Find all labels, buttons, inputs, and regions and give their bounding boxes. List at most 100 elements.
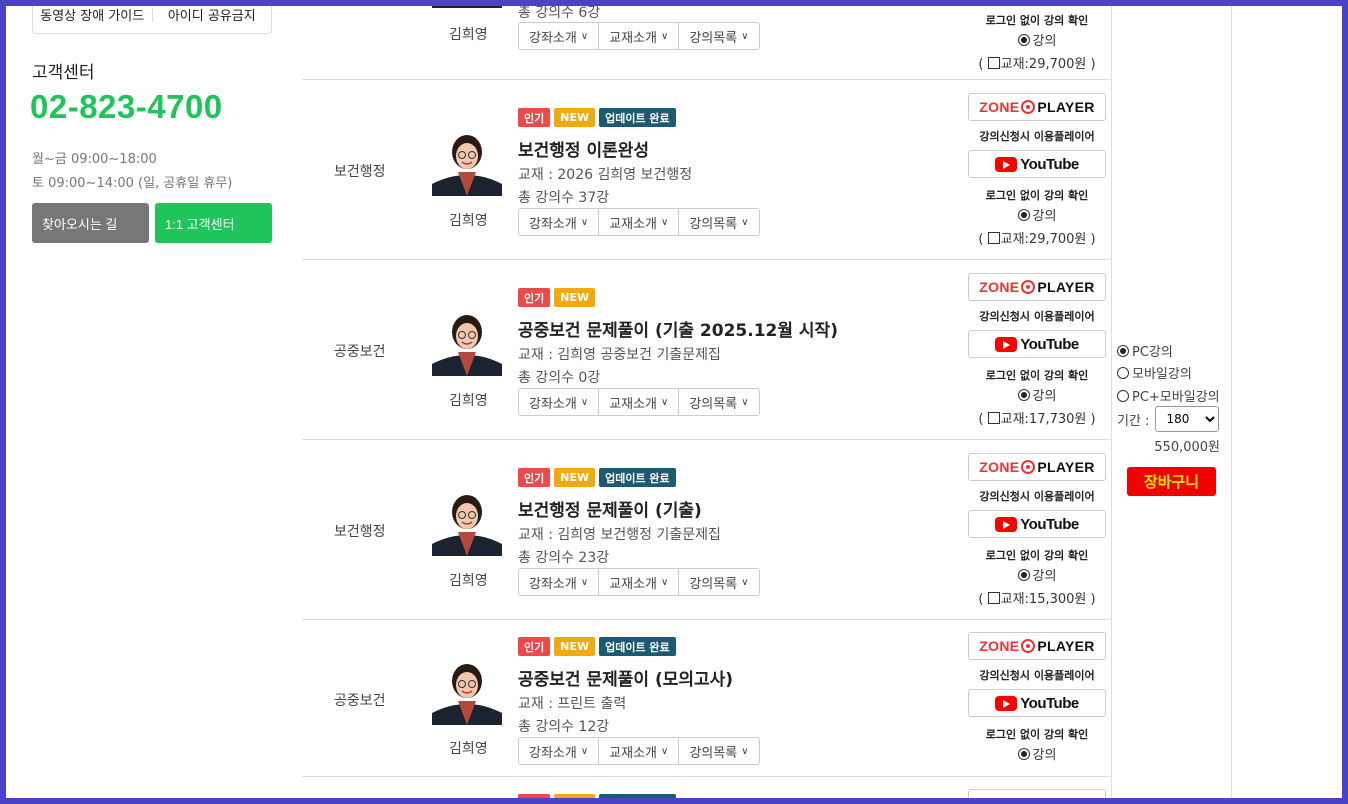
zone-player-button[interactable]: ZONE PLAYER <box>968 273 1106 301</box>
tab-label: 교재소개 <box>609 576 658 592</box>
course-category: 공중보건 <box>334 344 386 360</box>
course-title[interactable]: 공중보건 문제풀이 (모의고사) <box>518 665 733 690</box>
course-tabs: 강좌소개 ∨ 교재소개 ∨ 강의목록 ∨ <box>518 568 760 596</box>
youtube-button[interactable]: YouTube <box>968 330 1106 358</box>
tab-label: 강의목록 <box>689 576 738 592</box>
course-book: 교재 : 김희영 공중보건 기출문제집 <box>518 344 721 364</box>
option-mobile[interactable]: 모바일강의 <box>1117 363 1192 382</box>
tab-lecture-list[interactable]: 강의목록 ∨ <box>679 209 758 235</box>
option-pc[interactable]: PC강의 <box>1117 341 1173 360</box>
zone-player-button[interactable]: ZONE PLAYER <box>968 453 1106 481</box>
radio-icon <box>1117 390 1129 402</box>
tab-label: 강의목록 <box>689 216 738 232</box>
tab-book-intro[interactable]: 교재소개 ∨ <box>599 569 680 595</box>
directions-button[interactable]: 찾아오시는 길 <box>32 203 149 243</box>
chevron-down-icon: ∨ <box>580 576 589 588</box>
sidebar: 동영상 장애 가이드 아이디 공유금지 고객센터 02-823-4700 월~금… <box>6 6 296 798</box>
tab-label: 강좌소개 <box>529 216 577 232</box>
book-option[interactable]: ( 교재:15,300원 ) <box>968 588 1106 607</box>
tab-label: 교재소개 <box>609 216 658 232</box>
badges: 인기 NEW 업데이트 완료 <box>518 794 676 798</box>
lecture-option[interactable]: 강의 <box>968 205 1106 224</box>
checkbox-icon[interactable] <box>987 412 1000 424</box>
course-book: 교재 : 프린트 출력 <box>518 693 626 713</box>
tab-course-intro[interactable]: 강좌소개 ∨ <box>519 23 600 49</box>
option-label: 강의 <box>1032 34 1057 49</box>
tab-lecture-list[interactable]: 강의목록 ∨ <box>679 569 758 595</box>
period-select[interactable]: 180 <box>1155 406 1220 432</box>
tab-lecture-list[interactable]: 강의목록 ∨ <box>679 389 758 415</box>
lecture-option[interactable]: 강의 <box>968 385 1106 404</box>
youtube-button[interactable]: YouTube <box>968 150 1106 178</box>
no-login-note: 로그인 없이 강의 확인 <box>985 728 1089 741</box>
course-category: 보건행정 <box>334 164 386 180</box>
radio-icon <box>1017 34 1030 46</box>
option-label: PC+모바일강의 <box>1132 390 1220 405</box>
period-row: 기간 : 180 <box>1117 406 1220 432</box>
option-label: 강의 <box>1032 569 1057 584</box>
lecture-option[interactable]: 강의 <box>968 744 1106 763</box>
zone-player-button[interactable]: ZONE PLAYER <box>968 632 1106 660</box>
course-title[interactable]: 공중보건 문제풀이 (기출 2025.12월 시작) <box>518 316 838 341</box>
tab-course-intro[interactable]: 강좌소개 ∨ <box>519 738 600 764</box>
cart-button[interactable]: 장바구니 <box>1127 467 1216 496</box>
tab-course-intro[interactable]: 강좌소개 ∨ <box>519 569 600 595</box>
zone-player-button[interactable] <box>968 789 1106 798</box>
tab-book-intro[interactable]: 교재소개 ∨ <box>599 23 680 49</box>
youtube-button[interactable]: YouTube <box>968 689 1106 717</box>
zone-text: ZONE <box>979 99 1020 115</box>
tab-label: 강좌소개 <box>529 576 577 592</box>
badge-updated: 업데이트 완료 <box>599 794 676 798</box>
player-note: 강의신청시 이용플레이어 <box>979 130 1095 143</box>
badge-updated: 업데이트 완료 <box>599 108 676 127</box>
checkbox-icon[interactable] <box>987 592 1000 604</box>
player-text: PLAYER <box>1037 99 1095 115</box>
chevron-down-icon: ∨ <box>741 396 749 408</box>
badge-updated: 업데이트 완료 <box>599 637 676 656</box>
tab-course-intro[interactable]: 강좌소개 ∨ <box>519 389 600 415</box>
tab-lecture-list[interactable]: 강의목록 ∨ <box>679 23 758 49</box>
zone-logo-icon <box>1021 100 1036 114</box>
chevron-down-icon: ∨ <box>661 396 669 408</box>
tab-book-intro[interactable]: 교재소개 ∨ <box>599 209 680 235</box>
tab-label: 강의목록 <box>689 745 738 761</box>
badge-popular: 인기 <box>518 637 551 656</box>
chevron-down-icon: ∨ <box>580 30 589 42</box>
cs-button[interactable]: 1:1 고객센터 <box>155 203 272 243</box>
tab-label: 강의목록 <box>689 396 738 412</box>
period-label: 기간 : <box>1117 413 1150 429</box>
tab-label: 강좌소개 <box>529 396 577 412</box>
badge-new: NEW <box>554 288 596 307</box>
id-share-link[interactable]: 아이디 공유금지 <box>153 6 272 24</box>
hours-weekday: 월~금 09:00~18:00 <box>32 152 157 167</box>
checkbox-icon[interactable] <box>987 57 1000 69</box>
checkbox-icon[interactable] <box>987 232 1000 244</box>
lecture-option[interactable]: 강의 <box>968 565 1106 584</box>
video-guide-link[interactable]: 동영상 장애 가이드 <box>33 6 152 24</box>
youtube-text: YouTube <box>1020 155 1079 173</box>
tab-book-intro[interactable]: 교재소개 ∨ <box>599 389 680 415</box>
tab-course-intro[interactable]: 강좌소개 ∨ <box>519 209 600 235</box>
tab-label: 강의목록 <box>689 30 738 46</box>
option-pc-mobile[interactable]: PC+모바일강의 <box>1117 386 1220 405</box>
price: 550,000원 <box>1154 440 1220 455</box>
course-book: 교재 : 김희영 보건행정 기출문제집 <box>518 524 721 544</box>
book-option[interactable]: ( 교재:29,700원 ) <box>968 228 1106 247</box>
tab-label: 교재소개 <box>609 30 658 46</box>
book-option[interactable]: ( 교재:17,730원 ) <box>968 408 1106 427</box>
zone-player-button[interactable]: ZONE PLAYER <box>968 93 1106 121</box>
radio-icon <box>1017 209 1030 221</box>
course-title[interactable]: 보건행정 이론완성 <box>518 136 649 161</box>
badge-new: NEW <box>554 108 596 127</box>
tab-book-intro[interactable]: 교재소개 ∨ <box>599 738 680 764</box>
player-note: 강의신청시 이용플레이어 <box>979 669 1095 682</box>
course-title[interactable]: 보건행정 문제풀이 (기출) <box>518 496 702 521</box>
tab-lecture-list[interactable]: 강의목록 ∨ <box>679 738 758 764</box>
youtube-text: YouTube <box>1020 694 1079 712</box>
chevron-down-icon: ∨ <box>661 30 669 42</box>
course-tabs: 강좌소개 ∨ 교재소개 ∨ 강의목록 ∨ <box>518 208 760 236</box>
book-option[interactable]: ( 교재:29,700원 ) <box>968 53 1106 72</box>
youtube-button[interactable]: YouTube <box>968 510 1106 538</box>
no-login-note: 로그인 없이 강의 확인 <box>985 369 1089 382</box>
lecture-option[interactable]: 강의 <box>968 30 1106 49</box>
